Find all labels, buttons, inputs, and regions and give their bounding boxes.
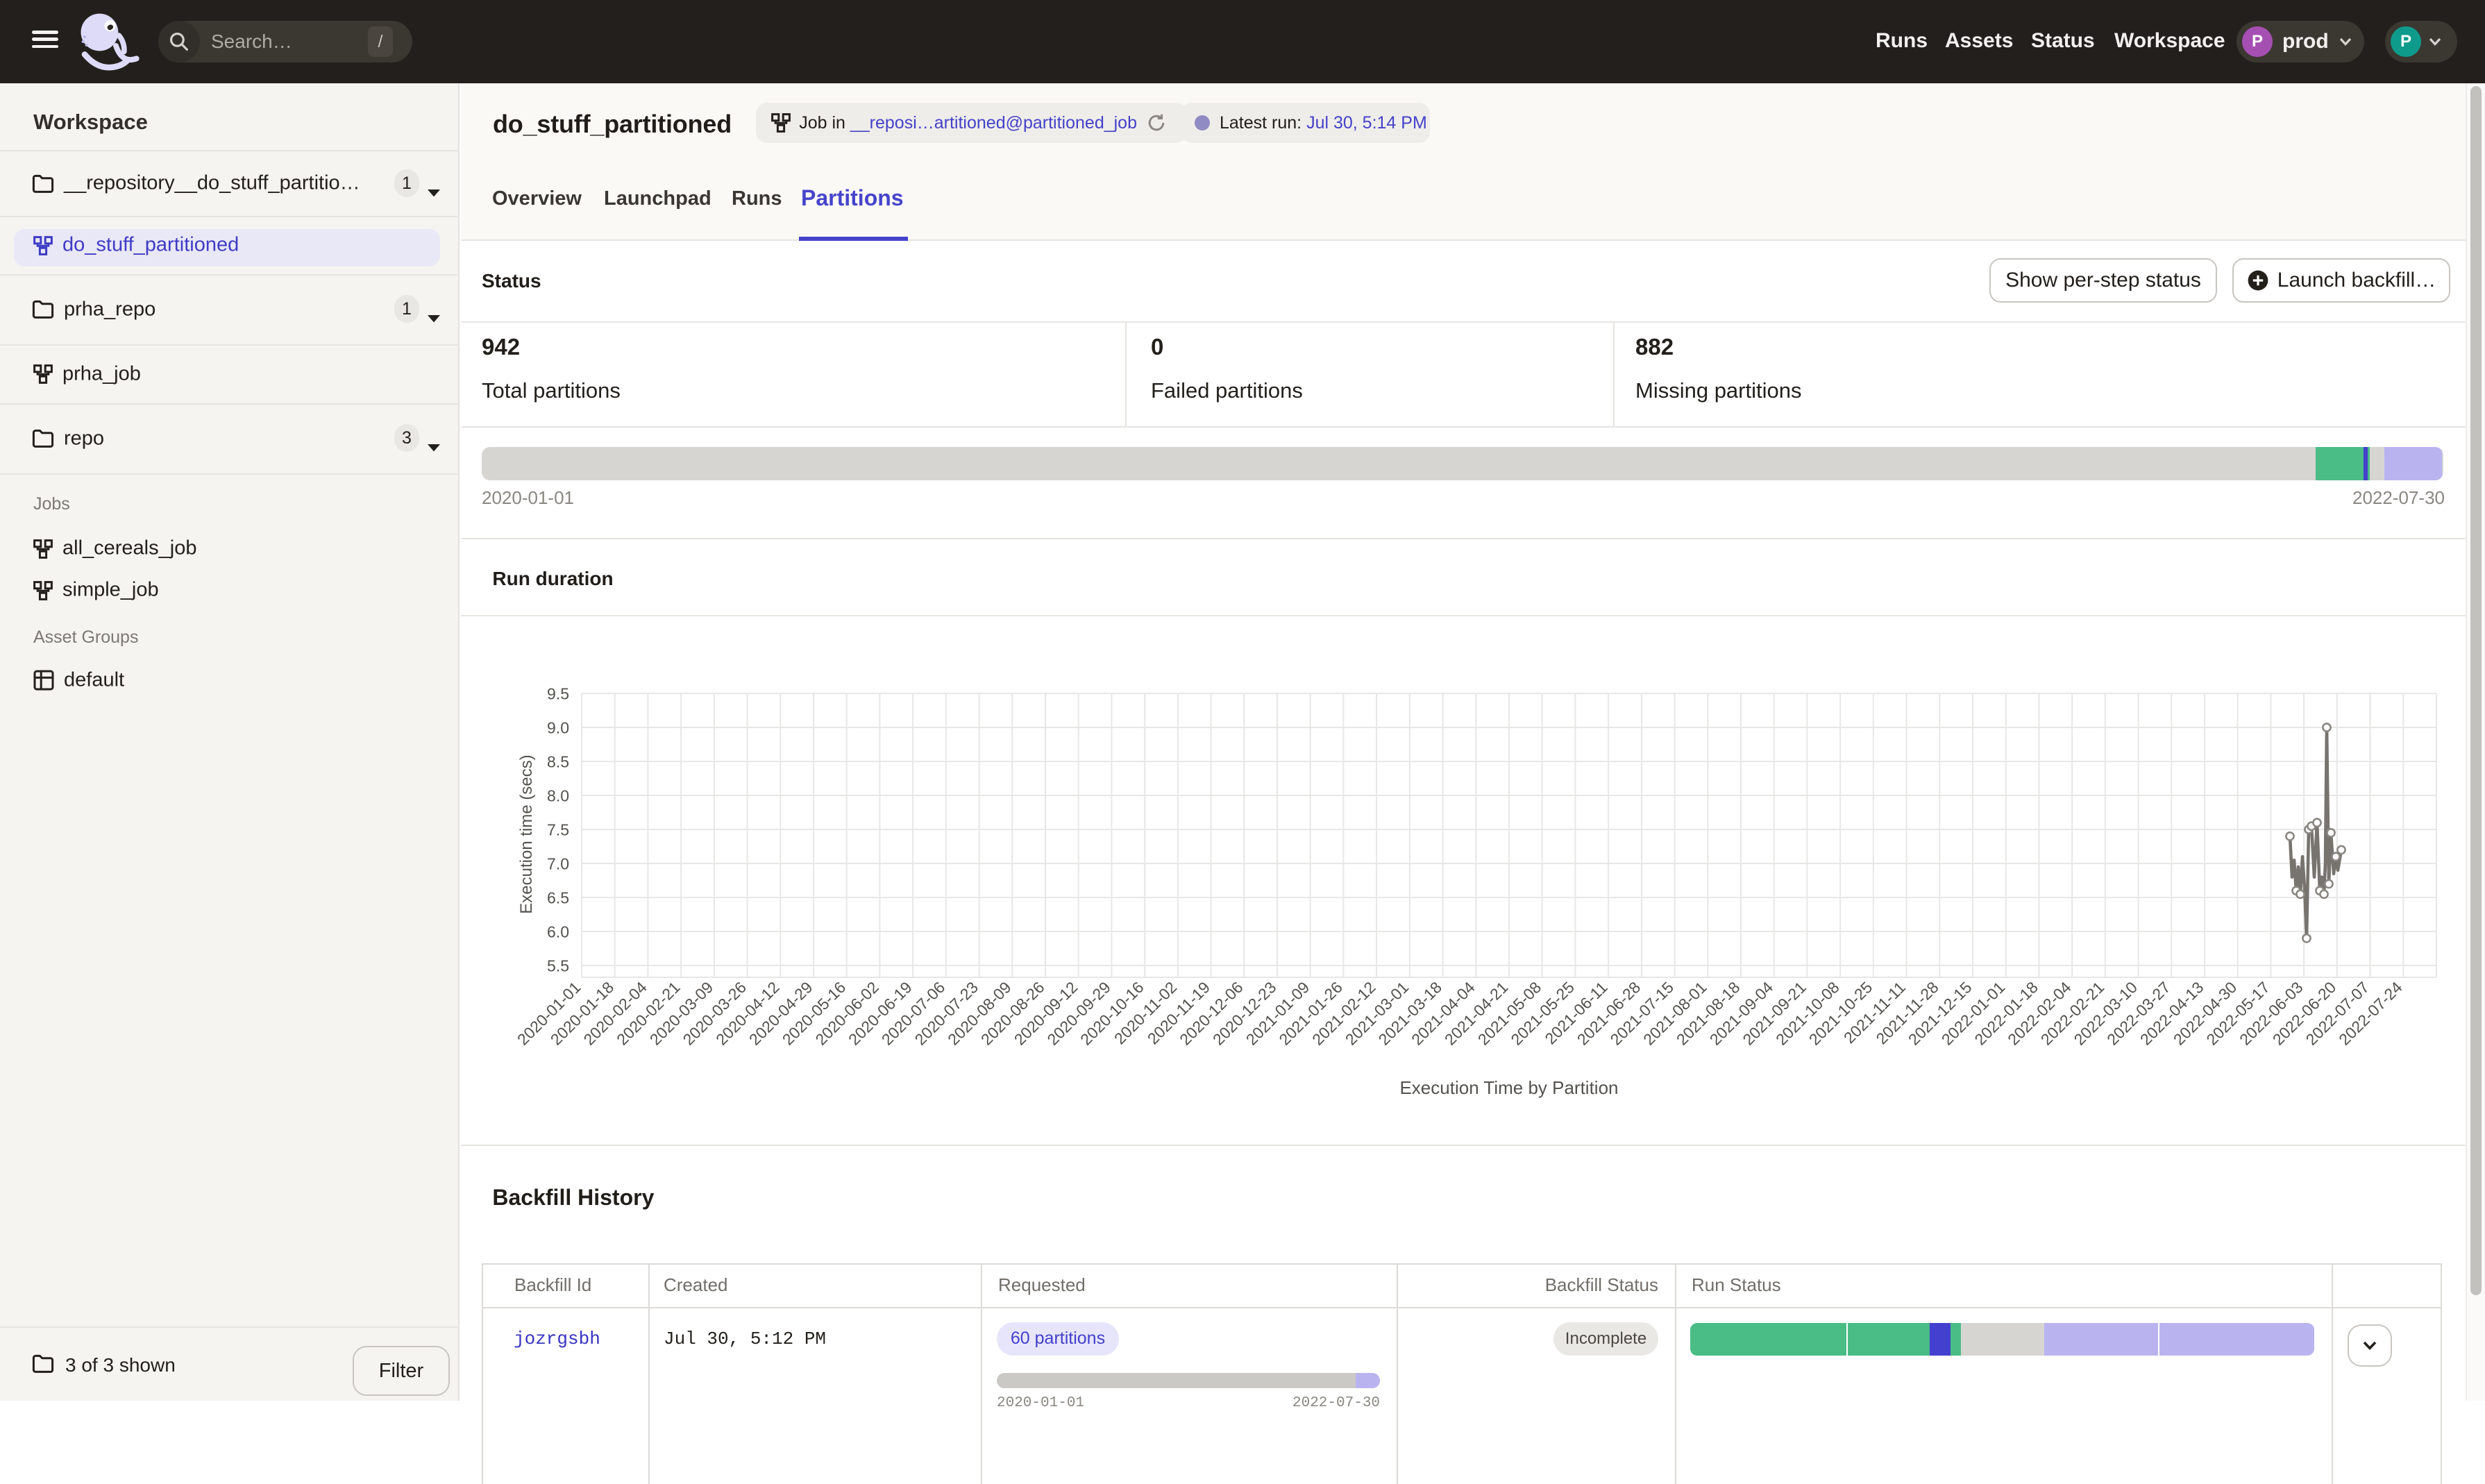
svg-text:6.0: 6.0 xyxy=(547,922,569,941)
svg-text:6.5: 6.5 xyxy=(547,888,569,907)
svg-text:9.0: 9.0 xyxy=(547,718,569,736)
svg-text:7.5: 7.5 xyxy=(547,820,569,838)
svg-text:Execution time (secs): Execution time (secs) xyxy=(517,754,536,913)
svg-text:7.0: 7.0 xyxy=(547,854,569,872)
svg-text:Execution Time by Partition: Execution Time by Partition xyxy=(1399,1077,1618,1098)
svg-text:8.0: 8.0 xyxy=(547,786,569,804)
svg-text:9.5: 9.5 xyxy=(547,684,569,702)
svg-text:8.5: 8.5 xyxy=(547,752,569,770)
svg-text:5.5: 5.5 xyxy=(547,956,569,975)
